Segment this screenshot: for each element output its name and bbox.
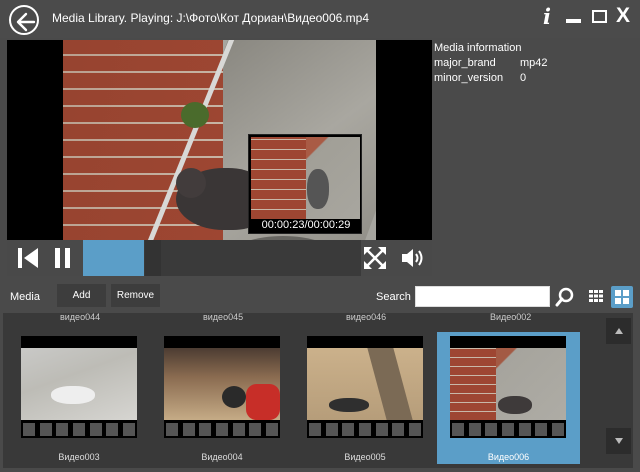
media-info-title: Media information: [434, 42, 522, 54]
skip-previous-icon: [18, 248, 38, 268]
grid-small-icon: [589, 290, 603, 302]
seek-bar-buffered: [145, 240, 161, 276]
seek-preview-time: 00:00:23/00:00:29: [261, 219, 351, 231]
window-title: Media Library. Playing: J:\Фото\Кот Дори…: [52, 11, 370, 25]
volume-button[interactable]: [395, 240, 431, 276]
tile-label: Видео006: [487, 452, 530, 462]
remove-button[interactable]: Remove: [111, 284, 160, 307]
info-value: 0: [520, 72, 527, 84]
maximize-button[interactable]: [587, 4, 611, 28]
filmstrip: [450, 420, 566, 438]
speaker-icon: [402, 249, 423, 267]
list-view-button[interactable]: [586, 286, 606, 306]
close-button[interactable]: X: [611, 4, 635, 28]
fullscreen-button[interactable]: [357, 240, 393, 276]
pause-button[interactable]: [45, 240, 81, 276]
tile-thumbnail: [307, 336, 423, 438]
tile-thumbnail: [164, 336, 280, 438]
info-key: major_brand: [434, 57, 496, 69]
back-button[interactable]: [9, 5, 39, 35]
search-icon: [555, 287, 574, 307]
player-controls: [7, 240, 432, 276]
info-value: mp42: [520, 57, 548, 69]
tile-label: Видео003: [58, 452, 100, 462]
triangle-down-icon: [614, 438, 623, 444]
tile-thumbnail: [21, 336, 137, 438]
tile-label: Видео005: [344, 452, 386, 462]
seek-bar-played: [83, 240, 145, 276]
scroll-down-button[interactable]: [606, 428, 631, 454]
filmstrip: [21, 420, 137, 438]
back-arrow-icon: [16, 12, 36, 32]
search-input[interactable]: [415, 286, 550, 307]
media-tile[interactable]: Видео003: [17, 332, 141, 462]
tile-label: Видео004: [201, 452, 243, 462]
title-bar: Media Library. Playing: J:\Фото\Кот Дори…: [0, 0, 640, 38]
media-tile[interactable]: Видео005: [303, 332, 427, 462]
info-key: minor_version: [434, 72, 504, 84]
seek-bar[interactable]: [83, 240, 361, 276]
search-label: Search: [376, 291, 411, 303]
filmstrip: [164, 420, 280, 438]
media-tile[interactable]: Видео004: [160, 332, 284, 462]
partial-item-label: видео046: [346, 312, 387, 322]
media-label: Media: [10, 291, 40, 303]
triangle-up-icon: [614, 328, 623, 334]
add-button[interactable]: Add: [57, 284, 106, 307]
seek-preview: 00:00:23/00:00:29: [248, 134, 362, 234]
minimize-button[interactable]: [561, 4, 585, 28]
tile-thumbnail: [450, 336, 566, 438]
partial-item-label: видео045: [203, 312, 244, 322]
pause-icon: [55, 248, 70, 268]
tile-view-button[interactable]: [611, 286, 633, 308]
maximize-icon: [591, 9, 607, 23]
partial-item-label: Видео002: [490, 312, 532, 322]
previous-button[interactable]: [10, 240, 46, 276]
partial-item-label: видео044: [60, 312, 101, 322]
info-button[interactable]: i: [535, 4, 559, 29]
media-toolbar: Media Add Remove Search: [0, 282, 640, 310]
grid-large-icon: [615, 290, 629, 304]
search-button[interactable]: [554, 286, 576, 308]
media-tile-selected[interactable]: Видео006: [437, 332, 580, 464]
fullscreen-icon: [364, 247, 386, 269]
filmstrip: [307, 420, 423, 438]
minimize-icon: [565, 18, 581, 23]
scroll-up-button[interactable]: [606, 318, 631, 344]
seek-preview-image: [251, 137, 360, 219]
